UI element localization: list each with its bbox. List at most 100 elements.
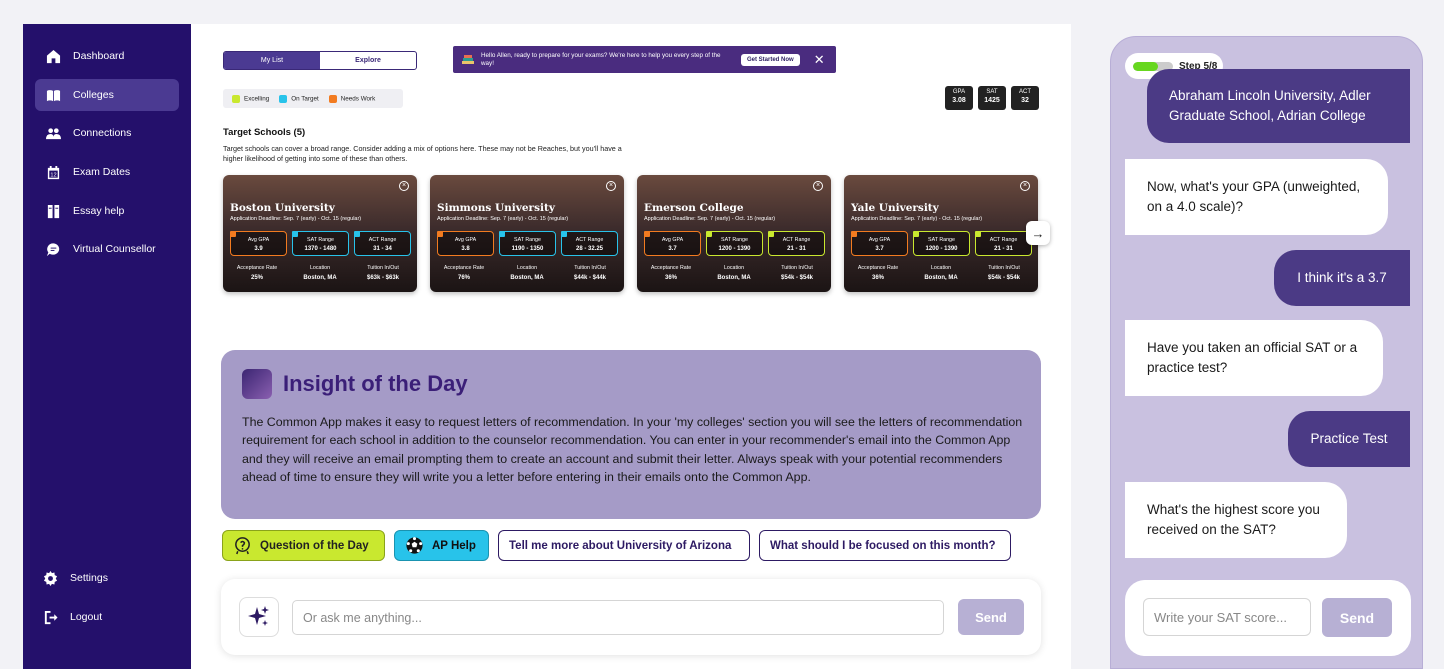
act-range-value: 21 - 31 (994, 246, 1013, 252)
logout-icon (42, 609, 58, 625)
avg-gpa-label: Avg GPA (454, 237, 477, 243)
chat-message-bot: What's the highest score you received on… (1125, 482, 1347, 558)
act-range-value: 28 - 32.25 (575, 246, 604, 252)
tuition: Tuition In/Out $54k - $54k (974, 263, 1034, 283)
send-button[interactable]: Send (958, 599, 1024, 635)
act-range-value: 31 - 34 (373, 246, 392, 252)
remove-card-icon[interactable]: × (1020, 181, 1030, 191)
application-deadline: Application Deadline: Sep. 7 (early) - O… (851, 216, 983, 222)
application-deadline: Application Deadline: Sep. 7 (early) - O… (437, 216, 569, 222)
avg-gpa-box: Avg GPA 3.7 (644, 231, 701, 256)
tuition-label: Tuition In/Out (988, 265, 1020, 271)
suggestion-arizona-button[interactable]: Tell me more about University of Arizona (498, 530, 750, 561)
tab-my-list[interactable]: My List (224, 52, 320, 69)
acceptance-rate: Acceptance Rate 36% (848, 263, 908, 283)
legend-on-target: On Target (279, 94, 319, 103)
sidebar-item-logout[interactable]: Logout (32, 601, 176, 633)
chat-input[interactable] (1143, 598, 1311, 636)
acceptance-rate-label: Acceptance Rate (650, 265, 692, 271)
college-card[interactable]: × Yale University Application Deadline: … (844, 175, 1038, 292)
get-started-button[interactable]: Get Started Now (741, 53, 800, 66)
sidebar-item-label: Connections (73, 127, 132, 139)
legend-excelling: Excelling (232, 94, 270, 103)
sidebar-item-colleges[interactable]: Colleges (35, 79, 179, 111)
welcome-banner: Hello Allen, ready to prepare for your e… (453, 46, 836, 73)
act-range-box: ACT Range 21 - 31 (975, 231, 1032, 256)
sidebar-item-exam-dates[interactable]: 12 Exam Dates (35, 156, 179, 188)
on-target-swatch (279, 94, 288, 103)
college-card[interactable]: × Emerson College Application Deadline: … (637, 175, 831, 292)
remove-card-icon[interactable]: × (813, 181, 823, 191)
books-icon (462, 54, 474, 64)
status-tag (354, 231, 360, 237)
sidebar-item-connections[interactable]: Connections (35, 117, 179, 149)
sat-range-box: SAT Range 1200 - 1390 (706, 231, 763, 256)
tab-explore[interactable]: Explore (320, 52, 416, 69)
sat-range-value: 1200 - 1390 (718, 246, 751, 252)
location: Location Boston, MA (290, 263, 350, 283)
sidebar-item-settings[interactable]: Settings (32, 562, 176, 594)
sidebar-item-label: Dashboard (73, 50, 125, 62)
college-name: Emerson College (644, 202, 744, 214)
act-value: 32 (1021, 96, 1029, 104)
svg-text:12: 12 (50, 172, 56, 178)
act-range-label: ACT Range (575, 237, 604, 243)
college-name: Yale University (851, 202, 939, 214)
chat-message-bot: Now, what's your GPA (unweighted, on a 4… (1125, 159, 1388, 235)
sidebar-item-label: Colleges (73, 89, 114, 101)
sat-range-value: 1190 - 1350 (511, 246, 544, 252)
location-label: Location (309, 265, 331, 271)
location: Location Boston, MA (497, 263, 557, 283)
status-tag (768, 231, 774, 237)
score-badges: GPA 3.08 SAT 1425 ACT 32 (945, 86, 1039, 110)
close-icon[interactable]: ✕ (814, 52, 825, 68)
ask-input[interactable] (292, 600, 944, 635)
tuition-value: $54k - $54k (987, 275, 1021, 281)
sidebar-item-essay-help[interactable]: Essay help (35, 195, 179, 227)
remove-card-icon[interactable]: × (606, 181, 616, 191)
sidebar-item-label: Exam Dates (73, 166, 131, 178)
location: Location Boston, MA (704, 263, 764, 283)
arrow-right-icon: → (1031, 225, 1045, 241)
gear-icon (42, 570, 58, 586)
sparkle-icon[interactable] (239, 597, 279, 637)
ap-help-button[interactable]: AP Help (394, 530, 489, 561)
question-of-the-day-button[interactable]: Question of the Day (222, 530, 385, 561)
remove-card-icon[interactable]: × (399, 181, 409, 191)
sidebar-item-virtual-counsellor[interactable]: Virtual Counsellor (35, 233, 179, 265)
sat-range-value: 1200 - 1390 (925, 246, 958, 252)
legend-label: Needs Work (340, 95, 376, 103)
next-arrow-button[interactable]: → (1026, 221, 1050, 245)
status-tag (437, 231, 443, 237)
tuition-value: $44k - $44k (573, 275, 607, 281)
soccer-ball-icon (406, 537, 423, 554)
gpa-badge: GPA 3.08 (945, 86, 973, 110)
acceptance-rate: Acceptance Rate 76% (434, 263, 494, 283)
legend-label: Excelling (244, 95, 270, 103)
chat-send-button[interactable]: Send (1322, 598, 1392, 637)
chat-icon (45, 241, 61, 257)
step-progress-fill (1133, 61, 1158, 71)
act-range-label: ACT Range (368, 237, 397, 243)
section-title: Target Schools (5) (223, 127, 306, 138)
act-range-label: ACT Range (782, 237, 811, 243)
suggestion-focus-button[interactable]: What should I be focused on this month? (759, 530, 1011, 561)
status-tag (975, 231, 981, 237)
college-card[interactable]: × Boston University Application Deadline… (223, 175, 417, 292)
sat-range-box: SAT Range 1370 - 1480 (292, 231, 349, 256)
book-icon (45, 87, 61, 103)
status-tag (851, 231, 857, 237)
acceptance-rate-label: Acceptance Rate (443, 265, 485, 271)
avg-gpa-box: Avg GPA 3.9 (230, 231, 287, 256)
application-deadline: Application Deadline: Sep. 7 (early) - O… (230, 216, 362, 222)
home-icon (45, 48, 61, 64)
status-tag (230, 231, 236, 237)
sat-range-label: SAT Range (307, 237, 334, 243)
location-label: Location (723, 265, 745, 271)
gpa-label: GPA (952, 89, 966, 95)
calendar-icon: 12 (45, 164, 61, 180)
sidebar-item-dashboard[interactable]: Dashboard (35, 40, 179, 72)
chip-label: AP Help (432, 539, 476, 552)
college-card[interactable]: × Simmons University Application Deadlin… (430, 175, 624, 292)
banner-text: Hello Allen, ready to prepare for your e… (481, 51, 721, 67)
